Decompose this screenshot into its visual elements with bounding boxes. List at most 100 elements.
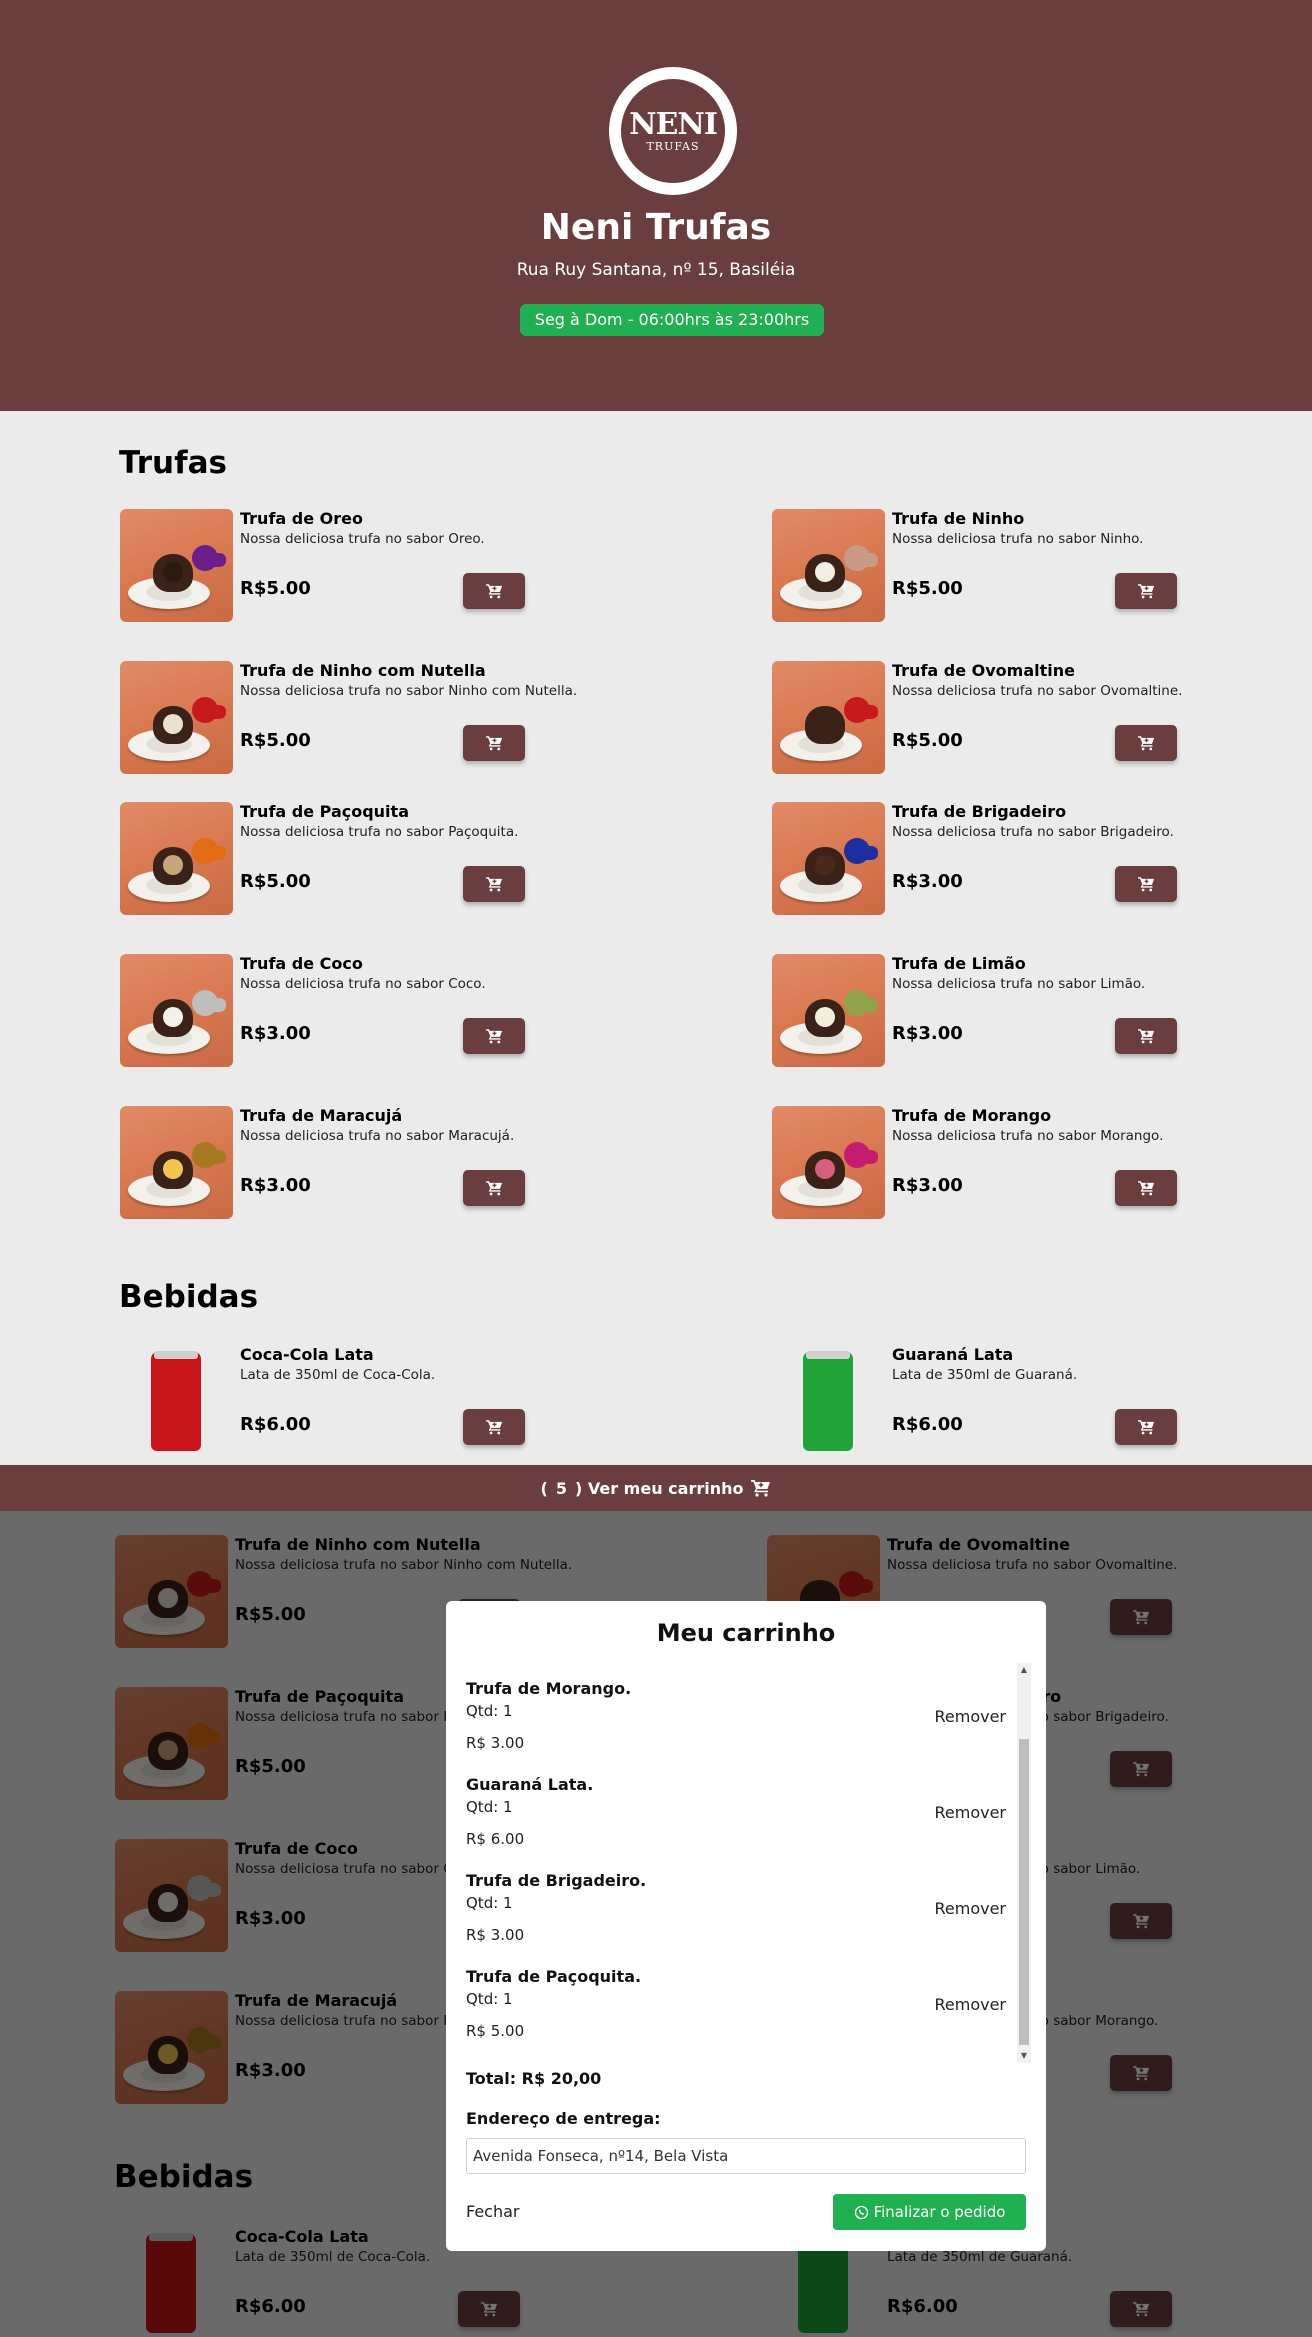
cart-item-quantity: Qtd: 1: [466, 1798, 513, 1816]
truffle: [153, 554, 193, 592]
add-to-cart-button[interactable]: [1115, 725, 1177, 761]
add-to-cart-button[interactable]: [463, 725, 525, 761]
cart-item: Trufa de Brigadeiro. Qtd: 1 R$ 3.00 Remover: [466, 1871, 1006, 1961]
cart-modal: Meu carrinho Trufa de Morango. Qtd: 1 R$ 3…: [446, 1601, 1046, 2251]
add-to-cart-button[interactable]: [463, 866, 525, 902]
truffle: [153, 999, 193, 1037]
product-description: Nossa deliciosa trufa no sabor Brigadeir…: [892, 824, 1174, 840]
truffle: [805, 554, 845, 592]
product-description: Nossa deliciosa trufa no sabor Morango.: [892, 1128, 1164, 1144]
product-image: [120, 802, 233, 915]
product-card: Trufa de Ninho com Nutella Nossa delicios…: [120, 661, 577, 776]
cart-icon: [1137, 736, 1154, 751]
wrapper-decoration: [208, 553, 226, 567]
product-name: Trufa de Ninho: [892, 509, 1025, 528]
cart-total: Total: R$ 20,00: [466, 2069, 602, 2088]
cart-item-quantity: Qtd: 1: [466, 1990, 513, 2008]
cart-item-name: Guaraná Lata.: [466, 1775, 594, 1794]
add-to-cart-button[interactable]: [463, 573, 525, 609]
cart-items-list[interactable]: Trufa de Morango. Qtd: 1 R$ 3.00 Remover Gua…: [466, 1663, 1031, 2063]
remove-item-button[interactable]: Remover: [934, 1899, 1006, 1918]
cart-icon: [485, 1420, 502, 1435]
product-description: Nossa deliciosa trufa no sabor Ninho.: [892, 531, 1144, 547]
delivery-address-label: Endereço de entrega:: [466, 2109, 661, 2128]
product-name: Trufa de Ninho com Nutella: [240, 661, 486, 680]
add-to-cart-button[interactable]: [1115, 1170, 1177, 1206]
view-cart-bar[interactable]: ( 5 ) Ver meu carrinho: [0, 1465, 1312, 1511]
truffle: [805, 847, 845, 885]
product-price: R$5.00: [240, 730, 311, 751]
product-name: Trufa de Ovomaltine: [892, 661, 1075, 680]
product-description: Nossa deliciosa trufa no sabor Maracujá.: [240, 1128, 515, 1144]
add-to-cart-button[interactable]: [1115, 866, 1177, 902]
add-to-cart-button[interactable]: [1115, 1409, 1177, 1445]
cart-item: Trufa de Paçoquita. Qtd: 1 R$ 5.00 Remover: [466, 1967, 1006, 2057]
cart-item-price: R$ 5.00: [466, 2022, 525, 2040]
remove-item-button[interactable]: Remover: [934, 1707, 1006, 1726]
opening-hours-badge: Seg à Dom - 06:00hrs às 23:00hrs: [520, 304, 824, 336]
product-description: Nossa deliciosa trufa no sabor Coco.: [240, 976, 486, 992]
cart-icon: [1137, 1029, 1154, 1044]
cart-icon: [1137, 1420, 1154, 1435]
product-price: R$3.00: [892, 1023, 963, 1044]
product-image: [772, 954, 885, 1067]
truffle: [153, 847, 193, 885]
product-description: Nossa deliciosa trufa no sabor Oreo.: [240, 531, 485, 547]
wrapper-decoration: [860, 846, 878, 860]
product-name: Trufa de Limão: [892, 954, 1026, 973]
product-description: Lata de 350ml de Guaraná.: [892, 1367, 1078, 1383]
product-image: [120, 661, 233, 774]
delivery-address-input[interactable]: [466, 2138, 1026, 2174]
wrapper-decoration: [208, 705, 226, 719]
cart-item-quantity: Qtd: 1: [466, 1702, 513, 1720]
product-card: Trufa de Brigadeiro Nossa deliciosa trufa…: [772, 802, 1192, 917]
finish-order-label: Finalizar o pedido: [873, 2203, 1006, 2221]
product-card: Trufa de Maracujá Nossa deliciosa trufa n…: [120, 1106, 540, 1221]
product-image: [120, 1345, 233, 1458]
remove-item-button[interactable]: Remover: [934, 1803, 1006, 1822]
product-image: [772, 1106, 885, 1219]
truffle: [805, 999, 845, 1037]
cart-scrollbar-thumb[interactable]: [1019, 1739, 1029, 2045]
cart-scrollbar[interactable]: ▲ ▼: [1017, 1663, 1031, 2063]
store-address: Rua Ruy Santana, nº 15, Basiléia: [516, 260, 796, 280]
truffle: [153, 1151, 193, 1189]
product-card: Trufa de Coco Nossa deliciosa trufa no sa…: [120, 954, 540, 1069]
product-image: [772, 802, 885, 915]
cart-icon: [1137, 584, 1154, 599]
add-to-cart-button[interactable]: [1115, 573, 1177, 609]
remove-item-button[interactable]: Remover: [934, 1995, 1006, 2014]
product-image: [120, 954, 233, 1067]
product-image: [772, 509, 885, 622]
truffle: [805, 706, 845, 744]
store-logo: NENI TRUFAS: [609, 67, 737, 195]
cart-item-price: R$ 3.00: [466, 1926, 525, 1944]
add-to-cart-button[interactable]: [463, 1018, 525, 1054]
product-description: Nossa deliciosa trufa no sabor Ovomaltin…: [892, 683, 1183, 699]
logo-subtext: TRUFAS: [646, 139, 700, 153]
scroll-down-icon[interactable]: ▼: [1017, 2049, 1031, 2063]
product-name: Coca-Cola Lata: [240, 1345, 374, 1364]
scroll-up-icon[interactable]: ▲: [1017, 1663, 1031, 1677]
product-name: Trufa de Morango: [892, 1106, 1052, 1125]
cart-modal-title: Meu carrinho: [656, 1619, 836, 1647]
product-image: [772, 661, 885, 774]
whatsapp-icon: [854, 2205, 868, 2219]
cart-icon: [485, 877, 502, 892]
add-to-cart-button[interactable]: [463, 1170, 525, 1206]
product-name: Trufa de Paçoquita: [240, 802, 409, 821]
section-title-drinks: Bebidas: [119, 1279, 259, 1315]
wrapper-decoration: [860, 705, 878, 719]
wrapper-decoration: [860, 553, 878, 567]
add-to-cart-button[interactable]: [1115, 1018, 1177, 1054]
close-cart-button[interactable]: Fechar: [466, 2202, 520, 2221]
cart-icon: [1137, 877, 1154, 892]
product-card: Trufa de Ninho Nossa deliciosa trufa no s…: [772, 509, 1192, 624]
cart-item-price: R$ 3.00: [466, 1734, 525, 1752]
finish-order-button[interactable]: Finalizar o pedido: [833, 2194, 1026, 2230]
add-to-cart-button[interactable]: [463, 1409, 525, 1445]
product-price: R$5.00: [892, 730, 963, 751]
cart-item-name: Trufa de Paçoquita.: [466, 1967, 642, 1986]
product-description: Nossa deliciosa trufa no sabor Ninho com…: [240, 683, 578, 699]
product-description: Nossa deliciosa trufa no sabor Paçoquita…: [240, 824, 519, 840]
